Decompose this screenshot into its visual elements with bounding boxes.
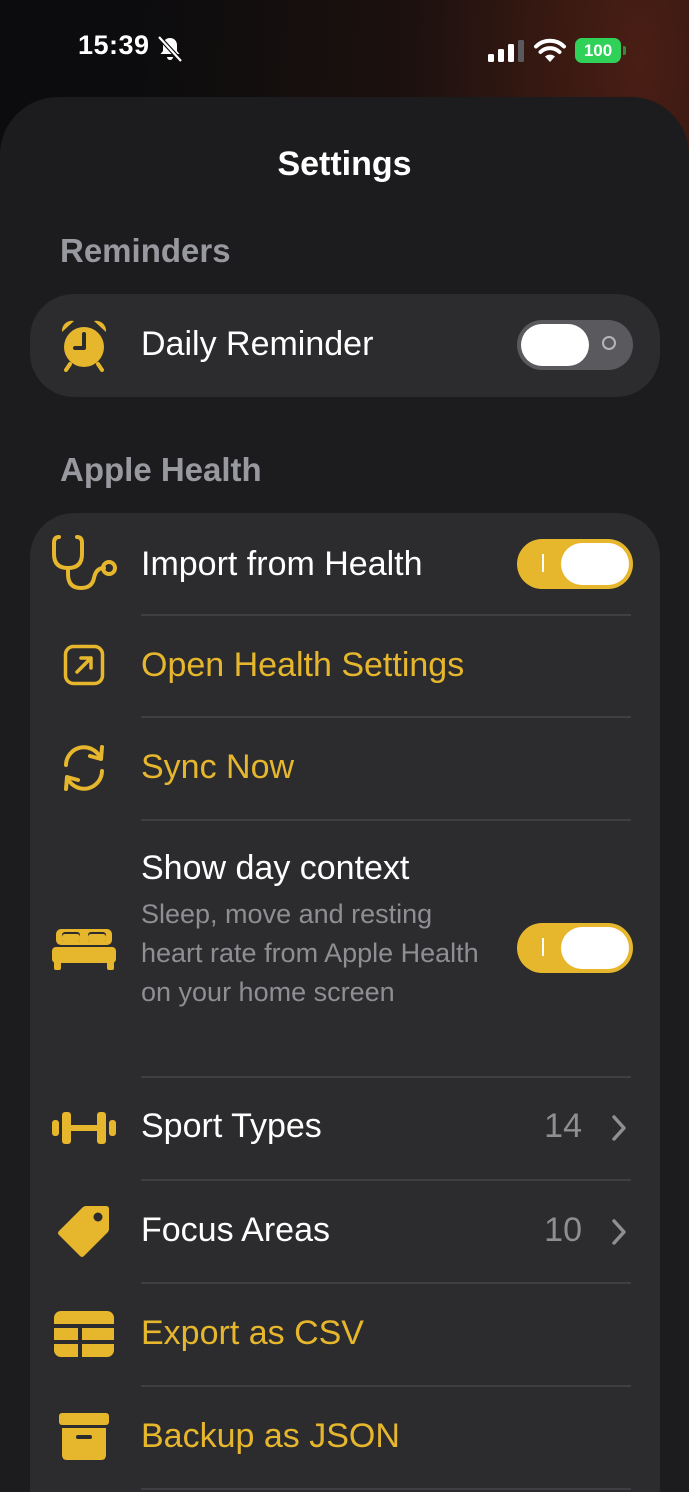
daily-reminder-label: Daily Reminder xyxy=(141,325,374,363)
reminders-group: Daily Reminder xyxy=(30,294,660,397)
toggle-on-indicator xyxy=(542,554,544,572)
apple-health-group: Import from Health Open Health Settings xyxy=(30,513,660,1492)
alarm-clock-icon xyxy=(50,316,118,374)
section-header-apple-health: Apple Health xyxy=(60,451,262,488)
chevron-right-icon xyxy=(612,1219,626,1245)
show-day-context-toggle[interactable] xyxy=(517,923,633,973)
export-csv-label: Export as CSV xyxy=(141,1314,364,1352)
page-title: Settings xyxy=(277,145,412,183)
sync-now-row[interactable]: Sync Now xyxy=(30,717,660,820)
bed-icon xyxy=(50,920,118,976)
import-from-health-label: Import from Health xyxy=(141,545,423,583)
toggle-on-indicator xyxy=(542,938,544,956)
import-from-health-row[interactable]: Import from Health xyxy=(30,513,660,615)
toggle-knob xyxy=(561,543,629,585)
show-day-context-row[interactable]: Show day context Sleep, move and resting… xyxy=(30,820,660,1076)
cellular-signal-icon xyxy=(488,40,524,62)
toggle-knob xyxy=(561,927,629,969)
daily-reminder-toggle[interactable] xyxy=(517,320,633,370)
toggle-knob xyxy=(521,324,589,366)
sport-types-count: 14 xyxy=(544,1107,582,1145)
battery-tip xyxy=(623,46,626,55)
arrow-up-right-square-icon xyxy=(50,639,118,691)
show-day-context-label: Show day context xyxy=(141,849,410,887)
sync-now-label: Sync Now xyxy=(141,748,295,786)
settings-sheet: Settings Reminders Daily Reminder Apple … xyxy=(0,97,689,1492)
open-health-settings-row[interactable]: Open Health Settings xyxy=(30,615,660,717)
backup-json-label: Backup as JSON xyxy=(141,1417,400,1455)
dumbbell-icon xyxy=(50,1103,118,1153)
section-header-reminders: Reminders xyxy=(60,232,231,269)
battery-level: 100 xyxy=(575,38,621,63)
archive-box-icon xyxy=(50,1410,118,1464)
backup-json-row[interactable]: Backup as JSON xyxy=(30,1386,660,1489)
open-health-settings-label: Open Health Settings xyxy=(141,646,465,684)
status-time: 15:39 xyxy=(78,30,150,60)
divider xyxy=(141,1488,631,1490)
focus-areas-label: Focus Areas xyxy=(141,1211,330,1249)
toggle-off-indicator xyxy=(602,336,616,350)
focus-areas-count: 10 xyxy=(544,1211,582,1249)
status-bar: 15:39 100 xyxy=(0,0,689,100)
table-icon xyxy=(50,1309,118,1359)
tag-icon xyxy=(50,1202,118,1260)
sport-types-row[interactable]: Sport Types 14 xyxy=(30,1077,660,1179)
sport-types-label: Sport Types xyxy=(141,1107,322,1145)
daily-reminder-row[interactable]: Daily Reminder xyxy=(30,294,660,397)
bell-slash-icon xyxy=(157,35,183,63)
show-day-context-description: Sleep, move and resting heart rate from … xyxy=(141,899,479,1007)
battery-icon: 100 xyxy=(575,38,627,63)
import-from-health-toggle[interactable] xyxy=(517,539,633,589)
sync-arrows-icon xyxy=(50,741,118,795)
focus-areas-row[interactable]: Focus Areas 10 xyxy=(30,1180,660,1283)
chevron-right-icon xyxy=(612,1115,626,1141)
stethoscope-icon xyxy=(50,533,118,593)
wifi-icon xyxy=(534,38,566,62)
export-csv-row[interactable]: Export as CSV xyxy=(30,1283,660,1386)
screen: 15:39 100 Settings Reminders Daily Remin… xyxy=(0,0,689,1492)
